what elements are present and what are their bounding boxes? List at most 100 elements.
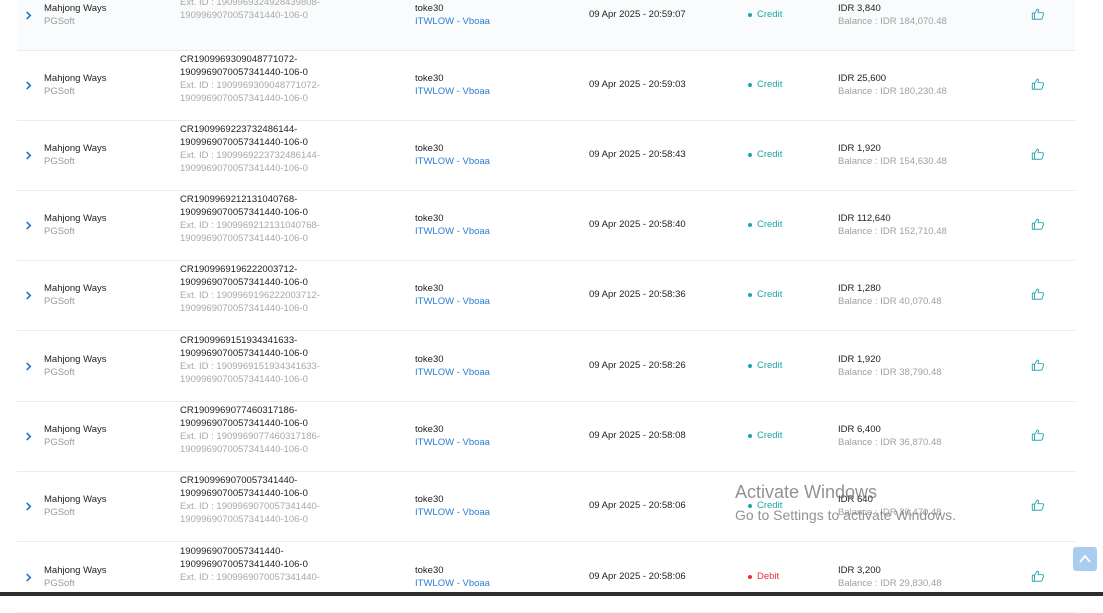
agent-link[interactable]: ITWLOW - Vboaa [415,295,490,308]
balance-value: Balance : IDR 29,830.48 [838,578,942,589]
table-row: Mahjong Ways PGSoft CR1909969212131040768… [17,190,1075,261]
game-name: Mahjong Ways [44,283,107,294]
transaction-type-label: Credit [757,219,783,230]
game-provider: PGSoft [44,86,75,97]
table-row: Mahjong WaysPGSoft 1909969070057341440-1… [17,542,1075,613]
transaction-id-line2: 1909969070057341440-106-0 [180,67,308,78]
transaction-id-cell: 1909969070057341440-106-0 Ext. ID : 19099… [180,0,320,22]
thumbs-up-icon[interactable] [1031,498,1045,512]
transaction-type-badge: Credit [748,149,782,160]
transaction-type-label: Credit [757,79,783,90]
chevron-right-icon[interactable] [22,149,34,161]
chevron-right-icon[interactable] [22,360,34,372]
agent-link[interactable]: ITWLOW - Vboaa [415,225,490,238]
chevron-right-icon[interactable] [22,430,34,442]
transaction-id-line2: 1909969070057341440-106-0 [180,137,308,148]
external-id-line2: 1909969070057341440-106-0 [180,303,308,314]
amount-cell: IDR 112,640 Balance : IDR 152,710.48 [838,212,947,238]
transaction-id-cell: CR1909969151934341633- 190996907005734144… [180,334,320,386]
transaction-type-badge: Credit [748,289,782,300]
agent-link[interactable]: ITWLOW - Vboaa [415,577,490,590]
balance-value: Balance : IDR 38,790.48 [838,367,942,378]
external-id-line1: Ext. ID : 1909969212131040768- [180,220,320,231]
external-id-line2: 1909969070057341440-106-0 [180,374,308,385]
status-dot [748,574,752,579]
player-name: toke30 [415,213,444,224]
amount-cell: IDR 3,840 Balance : IDR 184,070.48 [838,2,947,28]
status-dot [748,292,752,297]
chevron-right-icon[interactable] [22,219,34,231]
scroll-to-top-button[interactable] [1073,547,1097,571]
transaction-time: 09 Apr 2025 - 20:58:06 [589,571,686,582]
agent-link[interactable]: ITWLOW - Vboaa [415,15,490,28]
transaction-id-line1: CR1909969077460317186- [180,405,298,416]
transaction-time: 09 Apr 2025 - 20:58:26 [589,360,686,371]
thumbs-up-icon[interactable] [1031,7,1045,21]
status-dot [748,12,752,17]
thumbs-up-icon[interactable] [1031,77,1045,91]
agent-link[interactable]: ITWLOW - Vboaa [415,155,490,168]
agent-link[interactable]: ITWLOW - Vboaa [415,366,490,379]
transaction-id-cell: CR1909969196222003712- 190996907005734144… [180,263,320,315]
game-name: Mahjong Ways [44,354,107,365]
balance-value: Balance : IDR 36,870.48 [838,437,942,448]
transaction-type-badge: Credit [748,9,782,20]
transaction-id-line1: CR1909969212131040768- [180,194,298,205]
external-id-line1: Ext. ID : 1909969324928439808- [180,0,320,8]
thumbs-up-icon[interactable] [1031,358,1045,372]
transaction-id-line1: CR1909969151934341633- [180,335,298,346]
external-id-line2: 1909969070057341440-106-0 [180,444,308,455]
thumbs-up-icon[interactable] [1031,428,1045,442]
thumbs-up-icon[interactable] [1031,147,1045,161]
amount-value: IDR 1,920 [838,354,881,365]
chevron-right-icon[interactable] [22,289,34,301]
game-cell: Mahjong Ways PGSoft [44,212,106,238]
amount-cell: IDR 1,920 Balance : IDR 38,790.48 [838,353,942,379]
thumbs-up-icon[interactable] [1031,217,1045,231]
thumbs-up-icon[interactable] [1031,287,1045,301]
balance-value: Balance : IDR 30,470.48 [838,507,942,518]
transaction-id-line1: CR1909969223732486144- [180,124,298,135]
chevron-right-icon[interactable] [22,571,34,583]
agent-link[interactable]: ITWLOW - Vboaa [415,506,490,519]
transaction-type-badge: Credit [748,79,782,90]
transaction-id-line2: 1909969070057341440-106-0 [180,488,308,499]
transaction-type-badge: Credit [748,219,782,230]
game-provider: PGSoft [44,437,75,448]
table-row: Mahjong Ways PGSoft CR1909969223732486144… [17,120,1075,191]
player-cell: toke30 ITWLOW - Vboaa [415,353,490,379]
agent-link[interactable]: ITWLOW - Vboaa [415,436,490,449]
table-row: Mahjong Ways PGSoft CR1909969309048771072… [17,50,1075,121]
transaction-id-line1: CR1909969309048771072- [180,54,298,65]
arrow-up-icon [1079,554,1091,563]
game-cell: Mahjong Ways PGSoft [44,2,106,28]
transaction-id-line2: 1909969070057341440-106-0 [180,207,308,218]
player-cell: toke30 ITWLOW - Vboaa [415,493,490,519]
table-row: Mahjong Ways PGSoft CR1909969070057341440… [17,471,1075,542]
table-row: Mahjong Ways PGSoft CR1909969196222003712… [17,260,1075,331]
transaction-time: 09 Apr 2025 - 20:59:07 [589,9,686,20]
player-cell: toke30 ITWLOW - Vboaa [415,423,490,449]
game-provider: PGSoft [44,226,75,237]
player-cell: toke30 ITWLOW - Vboaa [415,282,490,308]
agent-link[interactable]: ITWLOW - Vboaa [415,85,490,98]
game-provider: PGSoft [44,578,75,589]
game-name: Mahjong Ways [44,73,107,84]
amount-cell: IDR 640 Balance : IDR 30,470.48 [838,493,942,519]
transaction-time: 09 Apr 2025 - 20:58:43 [589,149,686,160]
transaction-id-line1: 1909969070057341440- [180,546,284,557]
transaction-type-label: Credit [757,9,783,20]
transaction-type-badge: Debit [748,571,779,582]
game-name: Mahjong Ways [44,3,107,14]
transaction-type-label: Credit [757,500,783,511]
external-id-line2: 1909969070057341440-106-0 [180,93,308,104]
player-name: toke30 [415,283,444,294]
chevron-right-icon[interactable] [22,79,34,91]
chevron-right-icon[interactable] [22,9,34,21]
amount-cell: IDR 1,280 Balance : IDR 40,070.48 [838,282,942,308]
thumbs-up-icon[interactable] [1031,569,1045,583]
game-provider: PGSoft [44,156,75,167]
chevron-right-icon[interactable] [22,500,34,512]
transaction-time: 09 Apr 2025 - 20:58:40 [589,219,686,230]
player-cell: toke30 ITWLOW - Vboaa [415,142,490,168]
